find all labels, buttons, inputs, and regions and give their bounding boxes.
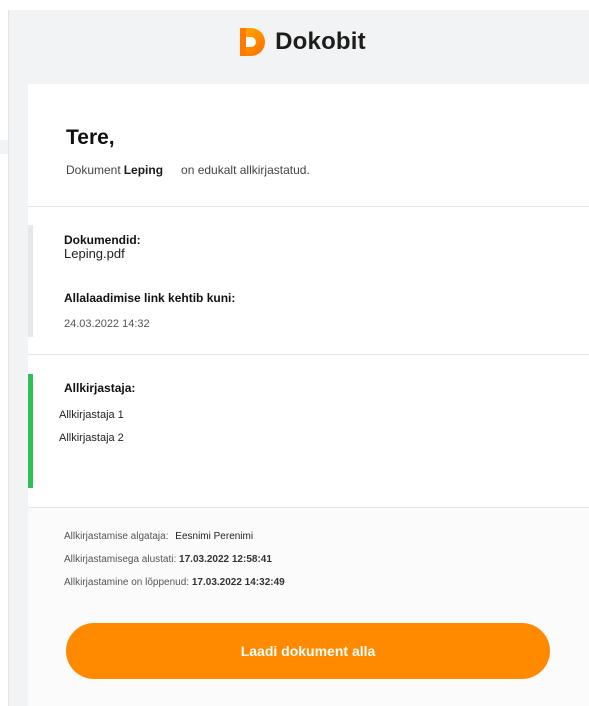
signers-section: Allkirjastaja: Allkirjastaja 1 Allkirjas… bbox=[28, 355, 589, 508]
signers-side-bar bbox=[28, 374, 33, 488]
email-header: Dokobit bbox=[8, 10, 589, 74]
initiator-value: Eesnimi Perenimi bbox=[175, 531, 254, 542]
greeting-section: Tere, Dokument Leping on edukalt allkirjas… bbox=[28, 84, 589, 207]
left-edge-notch bbox=[0, 140, 8, 154]
brand[interactable]: Dokobit bbox=[239, 27, 366, 57]
documents-section: Dokumendid: Leping.pdf Allalaadimise lin… bbox=[28, 207, 589, 355]
documents-side-bar bbox=[28, 225, 33, 337]
initiator-label: Allkirjastamise algataja: bbox=[64, 531, 169, 542]
signing-meta-section: Allkirjastamise algataja: Eesnimi Pereni… bbox=[28, 508, 589, 706]
documents-label: Dokumendid: bbox=[64, 233, 141, 247]
document-name: Leping bbox=[123, 163, 164, 177]
brand-name: Dokobit bbox=[275, 28, 366, 55]
document-file-link[interactable]: Leping.pdf bbox=[64, 246, 125, 261]
document-status-text: Dokument Leping on edukalt allkirjastatud. bbox=[66, 163, 310, 177]
left-edge-line bbox=[8, 10, 9, 706]
signer-item: Allkirjastaja 1 bbox=[59, 409, 124, 421]
doc-prefix: Dokument bbox=[66, 163, 121, 177]
finished-line: Allkirjastamine on lõppenud: 17.03.2022 … bbox=[64, 577, 285, 588]
doc-suffix: on edukalt allkirjastatud. bbox=[181, 163, 310, 177]
started-line: Allkirjastamisega alustati: 17.03.2022 1… bbox=[64, 554, 272, 565]
download-document-button[interactable]: Laadi dokument alla bbox=[66, 623, 550, 679]
email-card: Tere, Dokument Leping on edukalt allkirjas… bbox=[28, 84, 589, 706]
link-expiry-value: 24.03.2022 14:32 bbox=[64, 318, 150, 330]
initiator-line: Allkirjastamise algataja: Eesnimi Pereni… bbox=[64, 531, 253, 542]
link-expiry-label: Allalaadimise link kehtib kuni: bbox=[64, 291, 236, 305]
signers-label: Allkirjastaja: bbox=[64, 381, 136, 395]
started-label: Allkirjastamisega alustati: bbox=[64, 554, 177, 565]
finished-value: 17.03.2022 14:32:49 bbox=[191, 577, 285, 588]
finished-label: Allkirjastamine on lõppenud: bbox=[64, 577, 190, 588]
started-value: 17.03.2022 12:58:41 bbox=[179, 554, 272, 565]
signer-item: Allkirjastaja 2 bbox=[59, 432, 124, 444]
greeting-heading: Tere, bbox=[66, 126, 115, 149]
dokobit-logo-icon bbox=[240, 28, 266, 56]
